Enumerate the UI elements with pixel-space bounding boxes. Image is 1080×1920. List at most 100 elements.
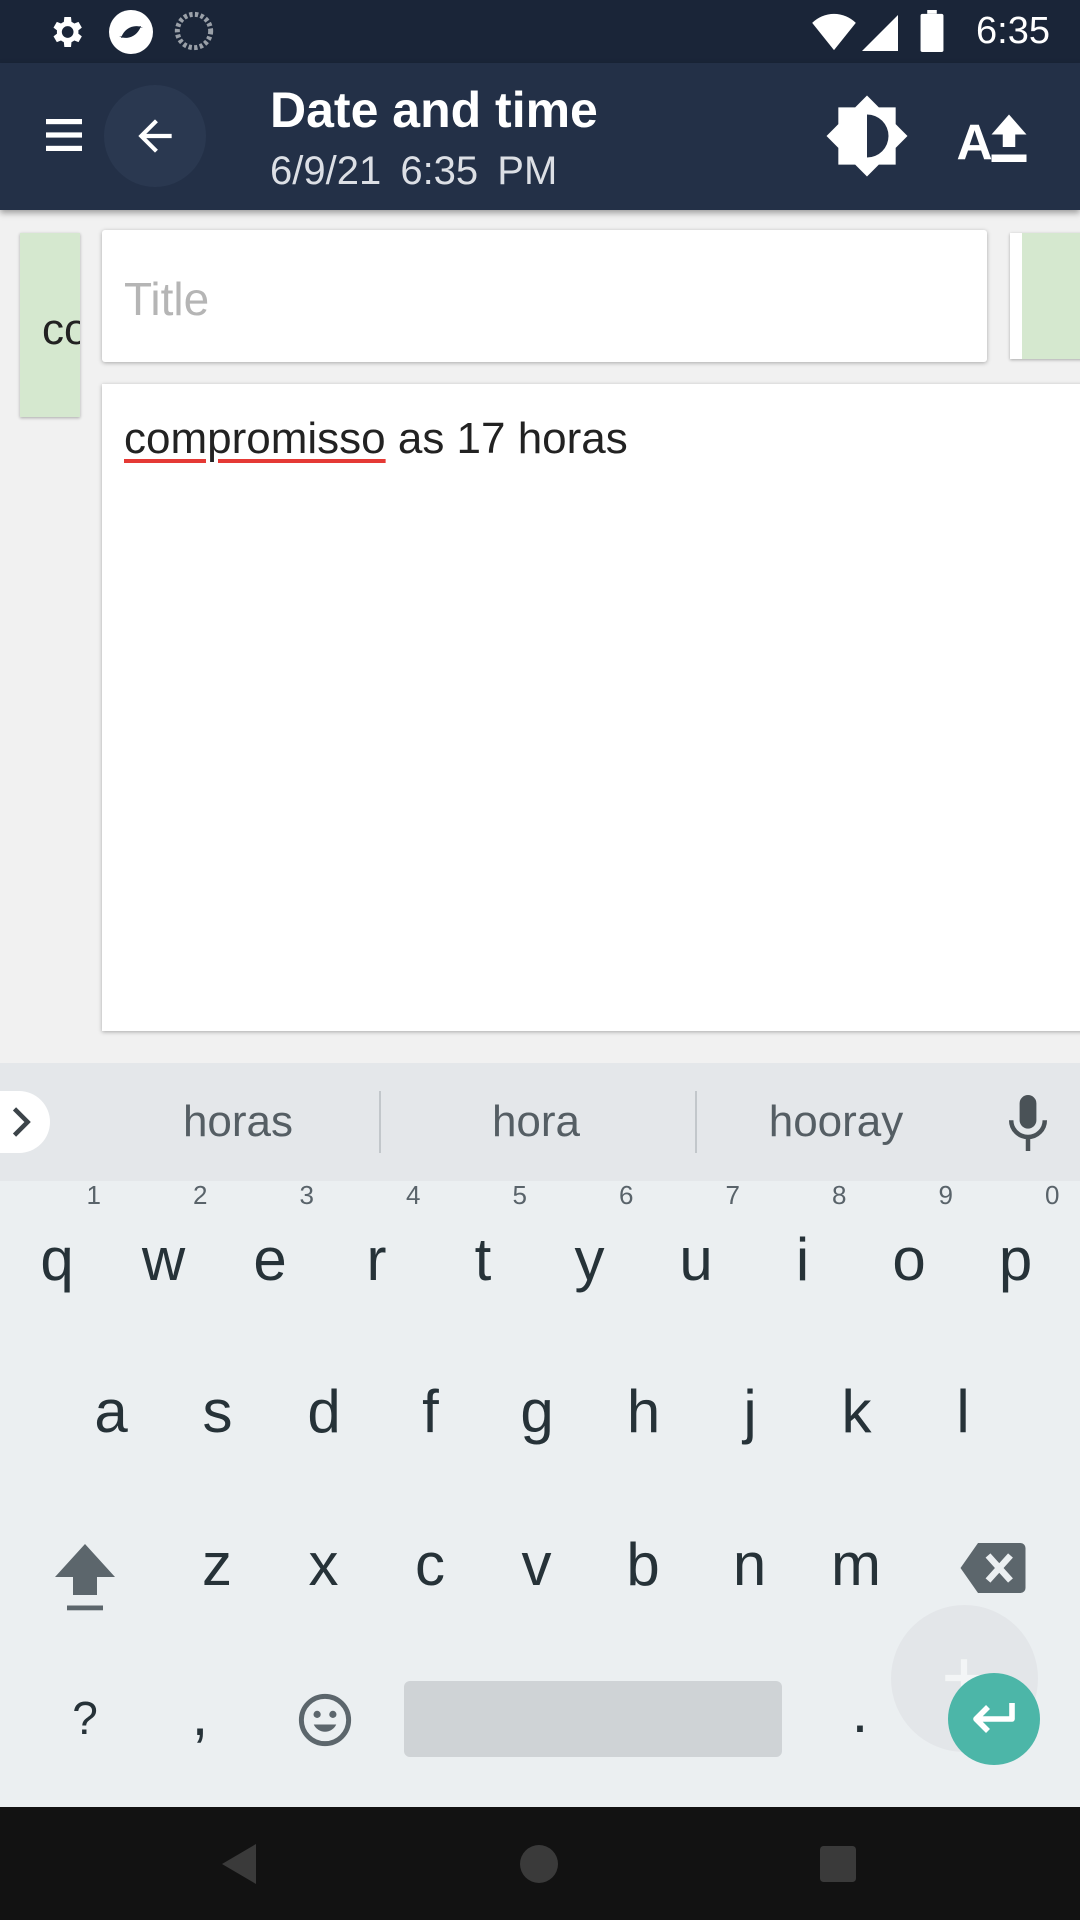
key-label: d <box>307 1378 341 1445</box>
app-bar: Date and time 6/9/21 6:35 PM A <box>0 63 1080 210</box>
backspace-icon[interactable] <box>960 1543 1026 1593</box>
menu-icon[interactable] <box>44 115 84 155</box>
key-c[interactable]: c <box>380 1505 480 1625</box>
comma-key[interactable]: , <box>170 1655 230 1775</box>
key-number-hint: 2 <box>193 1180 208 1210</box>
key-d[interactable]: d <box>274 1352 374 1472</box>
misspelled-word[interactable]: compromisso <box>124 414 386 463</box>
brightness-icon[interactable] <box>824 93 910 179</box>
emoji-icon[interactable] <box>298 1693 352 1747</box>
key-y[interactable]: y6 <box>540 1182 640 1320</box>
key-number-hint: 5 <box>512 1180 527 1210</box>
key-i[interactable]: i8 <box>753 1182 853 1320</box>
arrow-back-icon <box>138 119 172 153</box>
key-label: i <box>795 1226 810 1293</box>
suggestion-2[interactable]: hora <box>436 1097 636 1147</box>
title-placeholder: Title <box>124 273 210 325</box>
key-label: s <box>202 1378 233 1445</box>
shift-icon[interactable] <box>52 1541 118 1613</box>
key-t[interactable]: t5 <box>433 1182 533 1320</box>
key-q[interactable]: q1 <box>7 1182 107 1320</box>
suggestion-1[interactable]: horas <box>138 1097 338 1147</box>
suggestion-strip: horas hora hooray <box>0 1063 1080 1181</box>
key-label: q <box>40 1226 74 1293</box>
suggestion-divider <box>379 1091 381 1153</box>
key-k[interactable]: k <box>807 1352 907 1472</box>
svg-text:A: A <box>957 115 993 168</box>
body-rest-text: as 17 horas <box>385 414 628 463</box>
key-a[interactable]: a <box>61 1352 161 1472</box>
suggestion-3[interactable]: hooray <box>736 1097 936 1147</box>
microphone-icon[interactable] <box>1008 1095 1048 1151</box>
key-o[interactable]: o9 <box>859 1182 959 1320</box>
key-p[interactable]: p0 <box>966 1182 1066 1320</box>
nav-back-icon[interactable] <box>222 1843 258 1885</box>
previous-note-card[interactable]: co <box>20 233 80 417</box>
expand-toolbar-button[interactable] <box>0 1091 50 1153</box>
key-label: x <box>308 1531 339 1598</box>
key-r[interactable]: r4 <box>327 1182 427 1320</box>
key-e[interactable]: e3 <box>220 1182 320 1320</box>
note-body-editor[interactable]: compromisso as 17 horas <box>102 384 1080 1031</box>
battery-icon <box>920 10 944 52</box>
key-label: k <box>841 1378 872 1445</box>
key-label: z <box>202 1531 232 1598</box>
key-w[interactable]: w2 <box>114 1182 214 1320</box>
space-key[interactable] <box>404 1681 782 1757</box>
title-input[interactable]: Title <box>102 230 987 362</box>
enter-key[interactable] <box>948 1673 1040 1765</box>
suggestion-divider <box>695 1091 697 1153</box>
text-size-increase-icon[interactable]: A <box>956 107 1032 167</box>
key-label: e <box>253 1226 287 1293</box>
key-label: m <box>831 1531 881 1598</box>
wifi-icon <box>812 13 856 51</box>
key-l[interactable]: l <box>913 1352 1013 1472</box>
key-x[interactable]: x <box>274 1505 374 1625</box>
key-label: o <box>892 1226 926 1293</box>
key-s[interactable]: s <box>168 1352 268 1472</box>
key-number-hint: 8 <box>832 1180 847 1210</box>
key-g[interactable]: g <box>487 1352 587 1472</box>
nav-home-icon[interactable] <box>520 1845 558 1883</box>
key-number-hint: 7 <box>725 1180 740 1210</box>
settings-notification-icon <box>53 17 82 47</box>
key-u[interactable]: u7 <box>646 1182 746 1320</box>
back-button[interactable] <box>104 85 206 187</box>
key-b[interactable]: b <box>593 1505 693 1625</box>
symbols-key[interactable]: ?123 <box>35 1658 135 1864</box>
key-label: u <box>679 1226 713 1293</box>
app-notification-icon <box>109 10 153 54</box>
key-m[interactable]: m <box>806 1505 906 1625</box>
key-number-hint: 6 <box>619 1180 634 1210</box>
key-label: c <box>415 1531 445 1598</box>
key-label: a <box>94 1378 128 1445</box>
page-title: Date and time <box>270 82 598 138</box>
previous-note-text: co <box>42 305 80 354</box>
sync-notification-icon <box>174 11 214 51</box>
period-key[interactable]: . <box>830 1652 890 1772</box>
key-h[interactable]: h <box>594 1352 694 1472</box>
key-label: g <box>520 1378 554 1445</box>
chevron-right-icon <box>12 1107 31 1137</box>
key-label: l <box>956 1378 970 1445</box>
key-number-hint: 3 <box>299 1180 314 1210</box>
system-navigation-bar <box>0 1807 1080 1920</box>
key-n[interactable]: n <box>700 1505 800 1625</box>
key-label: t <box>474 1226 492 1293</box>
key-label: w <box>141 1226 186 1293</box>
key-label: n <box>732 1531 767 1598</box>
key-j[interactable]: j <box>700 1352 800 1472</box>
key-label: p <box>998 1226 1033 1293</box>
key-z[interactable]: z <box>167 1505 267 1625</box>
nav-recents-icon[interactable] <box>820 1846 856 1882</box>
note-body-text: compromisso as 17 horas <box>124 414 628 464</box>
key-v[interactable]: v <box>487 1505 587 1625</box>
key-f[interactable]: f <box>381 1352 481 1472</box>
status-bar: 6:35 <box>0 0 1080 63</box>
key-label: v <box>521 1531 552 1598</box>
enter-arrow-icon <box>973 1703 1015 1733</box>
next-note-card[interactable] <box>1010 233 1080 359</box>
key-number-hint: 1 <box>86 1180 101 1210</box>
key-label: f <box>422 1378 439 1445</box>
cell-signal-icon <box>862 15 898 51</box>
